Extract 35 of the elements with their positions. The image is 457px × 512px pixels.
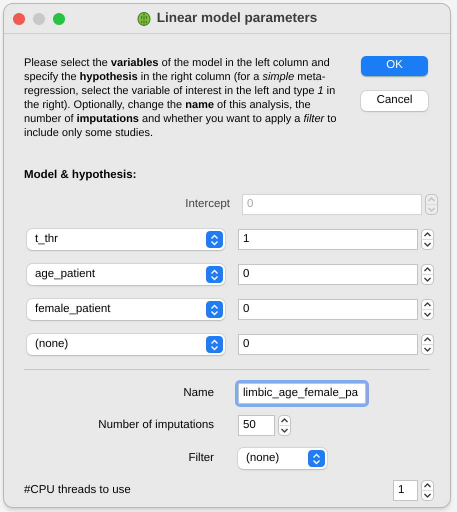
dropdown[interactable]: (none) <box>27 334 225 356</box>
dropdown[interactable]: (none) <box>238 448 327 470</box>
dropdown-chevrons-icon[interactable] <box>206 231 223 248</box>
dropdown-chevrons-icon[interactable] <box>308 450 325 468</box>
window-title: Linear model parameters <box>156 9 318 28</box>
brain-icon <box>136 12 151 26</box>
instructions-text: Please select the variables of the model in the left column and specify the hypothesis in the right column (for a simple meta-regression, select the variable of interest in the left and type 1 in the right). Optionally, change the name of this analysis, the number of imputations and whether you want to apply a filter to include only some studies. <box>24 56 338 140</box>
input-field[interactable]: 1 <box>238 229 418 250</box>
dropdown-chevrons-icon[interactable] <box>206 336 223 354</box>
dropdown-chevrons-icon[interactable] <box>206 266 223 284</box>
field-label: #CPU threads to use <box>24 483 131 498</box>
stepper[interactable] <box>421 229 434 250</box>
stepper[interactable] <box>421 334 434 356</box>
input-field[interactable]: 1 <box>393 480 418 502</box>
input-field[interactable]: 0 <box>238 299 418 320</box>
field-label: Name <box>182 386 214 402</box>
ok-button[interactable]: OK <box>361 56 428 76</box>
field-label: Number of imputations <box>97 418 214 434</box>
intercept-label: Intercept <box>184 197 230 212</box>
cancel-button[interactable]: Cancel <box>361 91 428 111</box>
stepper[interactable] <box>421 264 434 286</box>
dropdown[interactable]: age_patient <box>27 264 225 286</box>
input-field[interactable]: 50 <box>238 415 275 436</box>
close-button[interactable] <box>13 13 25 25</box>
dropdown[interactable]: t_thr <box>27 229 225 250</box>
dropdown[interactable]: female_patient <box>27 299 225 320</box>
stepper[interactable] <box>421 480 434 502</box>
dropdown-chevrons-icon[interactable] <box>206 301 223 318</box>
input-field[interactable]: 0 <box>238 334 418 356</box>
field-label: Filter <box>187 451 214 466</box>
stepper[interactable] <box>421 299 434 320</box>
input-field[interactable]: 0 <box>238 264 418 286</box>
input-field[interactable]: limbic_age_female_pa <box>238 383 366 404</box>
stepper[interactable] <box>278 415 291 436</box>
section-heading: Model & hypothesis: <box>24 168 138 183</box>
